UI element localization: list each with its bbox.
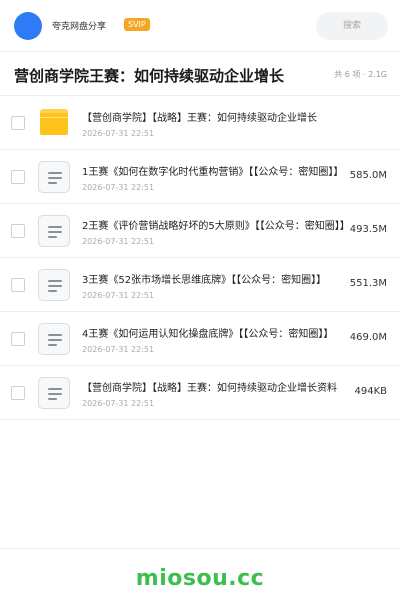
folder-icon [38,107,70,139]
file-size: 585.0M [347,170,387,181]
file-row[interactable]: 1王赛《如何在数字化时代重构营销》【【公众号：密知圈】】 2026-07-31 … [0,150,400,204]
file-name: 4王赛《如何运用认知化操盘底牌》【【公众号：密知圈】】 [82,329,334,340]
file-name: 3王赛《52张市场增长思维底牌》【【公众号：密知圈】】 [82,275,327,286]
file-size: 551.3M [347,278,387,289]
file-name: 1王赛《如何在数字化时代重构营销》【【公众号：密知圈】】 [82,167,344,178]
document-icon [38,269,70,301]
item-summary: 共 6 项 · 2.1G [334,70,387,79]
document-icon [38,161,70,193]
file-date: 2026-07-31 22:51 [82,129,155,138]
file-list: 【营创商学院】【战略】王赛：如何持续驱动企业增长 2026-07-31 22:5… [0,96,400,420]
site-watermark: miosou.cc [135,566,265,591]
file-date: 2026-07-31 22:51 [82,399,155,408]
file-size: 494KB [352,386,387,397]
file-size: 493.5M [347,224,387,235]
file-name: 【营创商学院】【战略】王赛：如何持续驱动企业增长 [82,113,317,124]
search-input[interactable]: 搜索 [316,12,388,40]
file-name: 【营创商学院】【战略】王赛：如何持续驱动企业增长资料 [82,383,337,394]
file-date: 2026-07-31 22:51 [82,291,155,300]
row-checkbox[interactable] [11,170,25,184]
document-icon [38,323,70,355]
row-checkbox[interactable] [11,332,25,346]
file-size: 469.0M [347,332,387,343]
row-checkbox[interactable] [11,386,25,400]
file-row[interactable]: 【营创商学院】【战略】王赛：如何持续驱动企业增长资料 2026-07-31 22… [0,366,400,420]
document-icon [38,215,70,247]
svip-badge: SVIP [124,18,150,31]
file-date: 2026-07-31 22:51 [82,183,155,192]
file-row[interactable]: 2王赛《评价营销战略好坏的5大原则》【【公众号：密知圈】】 2026-07-31… [0,204,400,258]
document-icon [38,377,70,409]
avatar[interactable] [14,12,42,40]
footer: miosou.cc [0,548,400,600]
share-source-name: 夸克网盘分享 [52,22,107,32]
file-row[interactable]: 3王赛《52张市场增长思维底牌》【【公众号：密知圈】】 2026-07-31 2… [0,258,400,312]
row-checkbox[interactable] [11,224,25,238]
file-row[interactable]: 【营创商学院】【战略】王赛：如何持续驱动企业增长 2026-07-31 22:5… [0,96,400,150]
file-date: 2026-07-31 22:51 [82,237,155,246]
title-row: 营创商学院王赛：如何持续驱动企业增长 共 6 项 · 2.1G [0,52,400,96]
row-checkbox[interactable] [11,116,25,130]
file-date: 2026-07-31 22:51 [82,345,155,354]
row-checkbox[interactable] [11,278,25,292]
file-row[interactable]: 4王赛《如何运用认知化操盘底牌》【【公众号：密知圈】】 2026-07-31 2… [0,312,400,366]
top-bar: 夸克网盘分享 SVIP 搜索 [0,0,400,52]
file-name: 2王赛《评价营销战略好坏的5大原则》【【公众号：密知圈】】 [82,221,350,232]
page-title: 营创商学院王赛：如何持续驱动企业增长 [14,67,285,85]
